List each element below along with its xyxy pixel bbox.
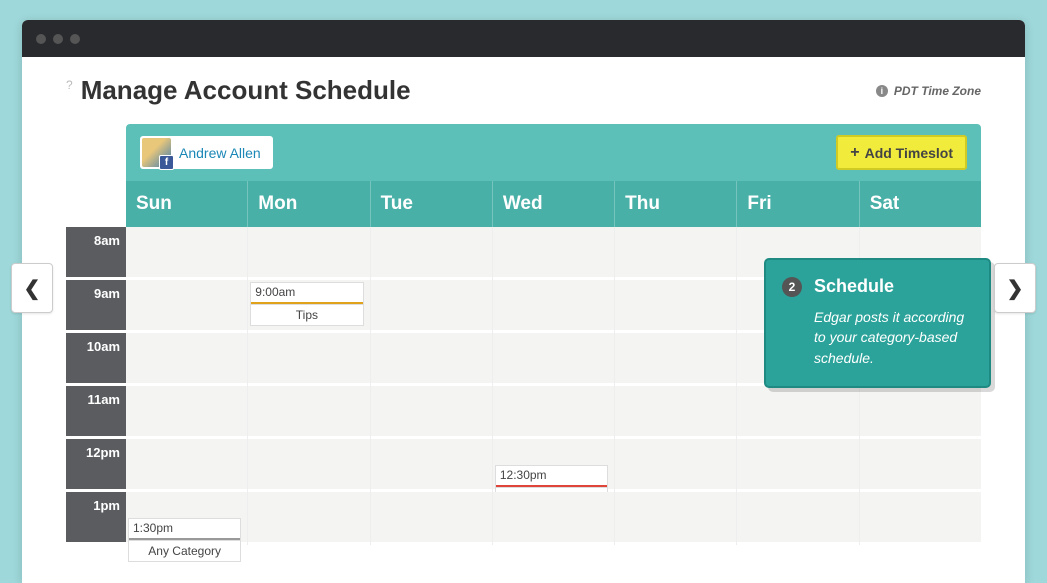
- page-header: ? Manage Account Schedule i PDT Time Zon…: [66, 75, 981, 106]
- grid-cell[interactable]: [615, 492, 736, 545]
- day-header: Fri: [736, 181, 858, 227]
- next-button[interactable]: ❯: [994, 263, 1036, 313]
- grid-cell[interactable]: [615, 280, 736, 333]
- traffic-light-minimize[interactable]: [53, 34, 63, 44]
- day-header: Thu: [614, 181, 736, 227]
- plus-icon: +: [850, 144, 859, 162]
- grid-cell[interactable]: [126, 333, 247, 386]
- grid-cell[interactable]: [493, 492, 614, 545]
- day-column-sun: 1:30pm Any Category: [126, 227, 247, 545]
- timeslot[interactable]: 9:00am Tips: [250, 282, 363, 326]
- day-column-wed: 12:30pm Promotional: [492, 227, 614, 545]
- info-icon: i: [876, 85, 888, 97]
- account-name: Andrew Allen: [179, 145, 261, 161]
- chevron-left-icon: ❮: [24, 276, 41, 301]
- grid-cell[interactable]: [737, 386, 858, 439]
- window-titlebar: [22, 20, 1025, 57]
- timezone-label: PDT Time Zone: [894, 84, 981, 98]
- grid-cell[interactable]: [615, 439, 736, 492]
- prev-button[interactable]: ❮: [11, 263, 53, 313]
- grid-cell[interactable]: [371, 227, 492, 280]
- grid-cell[interactable]: [860, 439, 981, 492]
- chevron-right-icon: ❯: [1007, 276, 1024, 301]
- grid-cell[interactable]: [860, 492, 981, 545]
- grid-cell[interactable]: [615, 227, 736, 280]
- grid-cell[interactable]: [860, 386, 981, 439]
- day-column-mon: 9:00am Tips: [247, 227, 369, 545]
- grid-cell[interactable]: [493, 227, 614, 280]
- grid-cell[interactable]: [371, 492, 492, 545]
- grid-cell[interactable]: [248, 333, 369, 386]
- grid-cell[interactable]: [248, 227, 369, 280]
- grid-cell[interactable]: [248, 439, 369, 492]
- grid-cell[interactable]: [615, 333, 736, 386]
- avatar: [142, 138, 171, 167]
- grid-cell[interactable]: [126, 280, 247, 333]
- time-label: 11am: [66, 386, 126, 439]
- grid-cell[interactable]: [493, 333, 614, 386]
- grid-cell[interactable]: [737, 439, 858, 492]
- app-window: ? Manage Account Schedule i PDT Time Zon…: [22, 20, 1025, 583]
- timeslot-time: 1:30pm: [129, 519, 240, 540]
- page-title: Manage Account Schedule: [81, 75, 411, 106]
- day-header: Wed: [492, 181, 614, 227]
- add-timeslot-button[interactable]: + Add Timeslot: [836, 135, 967, 170]
- traffic-light-close[interactable]: [36, 34, 46, 44]
- tooltip-body: Edgar posts it according to your categor…: [782, 307, 975, 368]
- grid-cell[interactable]: 9:00am Tips: [248, 280, 369, 333]
- grid-cell[interactable]: [371, 386, 492, 439]
- grid-cell[interactable]: [126, 227, 247, 280]
- grid-cell[interactable]: 12:30pm Promotional: [493, 439, 614, 492]
- grid-cell[interactable]: [126, 439, 247, 492]
- grid-cell[interactable]: [737, 492, 858, 545]
- timezone-indicator: i PDT Time Zone: [876, 84, 981, 98]
- traffic-light-zoom[interactable]: [70, 34, 80, 44]
- day-column-tue: [370, 227, 492, 545]
- step-badge: 2: [782, 277, 802, 297]
- timeslot-category: Any Category: [129, 540, 240, 561]
- day-column-thu: [614, 227, 736, 545]
- time-label: 9am: [66, 280, 126, 333]
- add-timeslot-label: Add Timeslot: [865, 145, 953, 161]
- day-header: Tue: [370, 181, 492, 227]
- day-header: Sun: [126, 181, 247, 227]
- grid-cell[interactable]: [371, 439, 492, 492]
- timeslot-category: Tips: [251, 304, 362, 325]
- schedule-toolbar: Andrew Allen + Add Timeslot: [126, 124, 981, 181]
- help-icon[interactable]: ?: [66, 78, 73, 92]
- tooltip-title: Schedule: [814, 276, 894, 297]
- day-header-row: Sun Mon Tue Wed Thu Fri Sat: [126, 181, 981, 227]
- time-label: 1pm: [66, 492, 126, 545]
- time-axis: 8am 9am 10am 11am 12pm 1pm: [66, 227, 126, 545]
- grid-cell[interactable]: [126, 386, 247, 439]
- grid-cell[interactable]: [371, 333, 492, 386]
- grid-cell[interactable]: [248, 492, 369, 545]
- day-header: Sat: [859, 181, 981, 227]
- grid-cell[interactable]: 1:30pm Any Category: [126, 492, 247, 545]
- grid-cell[interactable]: [615, 386, 736, 439]
- time-label: 10am: [66, 333, 126, 386]
- grid-cell[interactable]: [493, 386, 614, 439]
- account-chip[interactable]: Andrew Allen: [140, 136, 273, 169]
- time-label: 12pm: [66, 439, 126, 492]
- day-header: Mon: [247, 181, 369, 227]
- timeslot[interactable]: 1:30pm Any Category: [128, 518, 241, 562]
- time-label: 8am: [66, 227, 126, 280]
- grid-cell[interactable]: [493, 280, 614, 333]
- onboarding-tooltip: 2 Schedule Edgar posts it according to y…: [764, 258, 991, 388]
- grid-cell[interactable]: [248, 386, 369, 439]
- grid-cell[interactable]: [371, 280, 492, 333]
- timeslot-time: 9:00am: [251, 283, 362, 304]
- timeslot-time: 12:30pm: [496, 466, 607, 487]
